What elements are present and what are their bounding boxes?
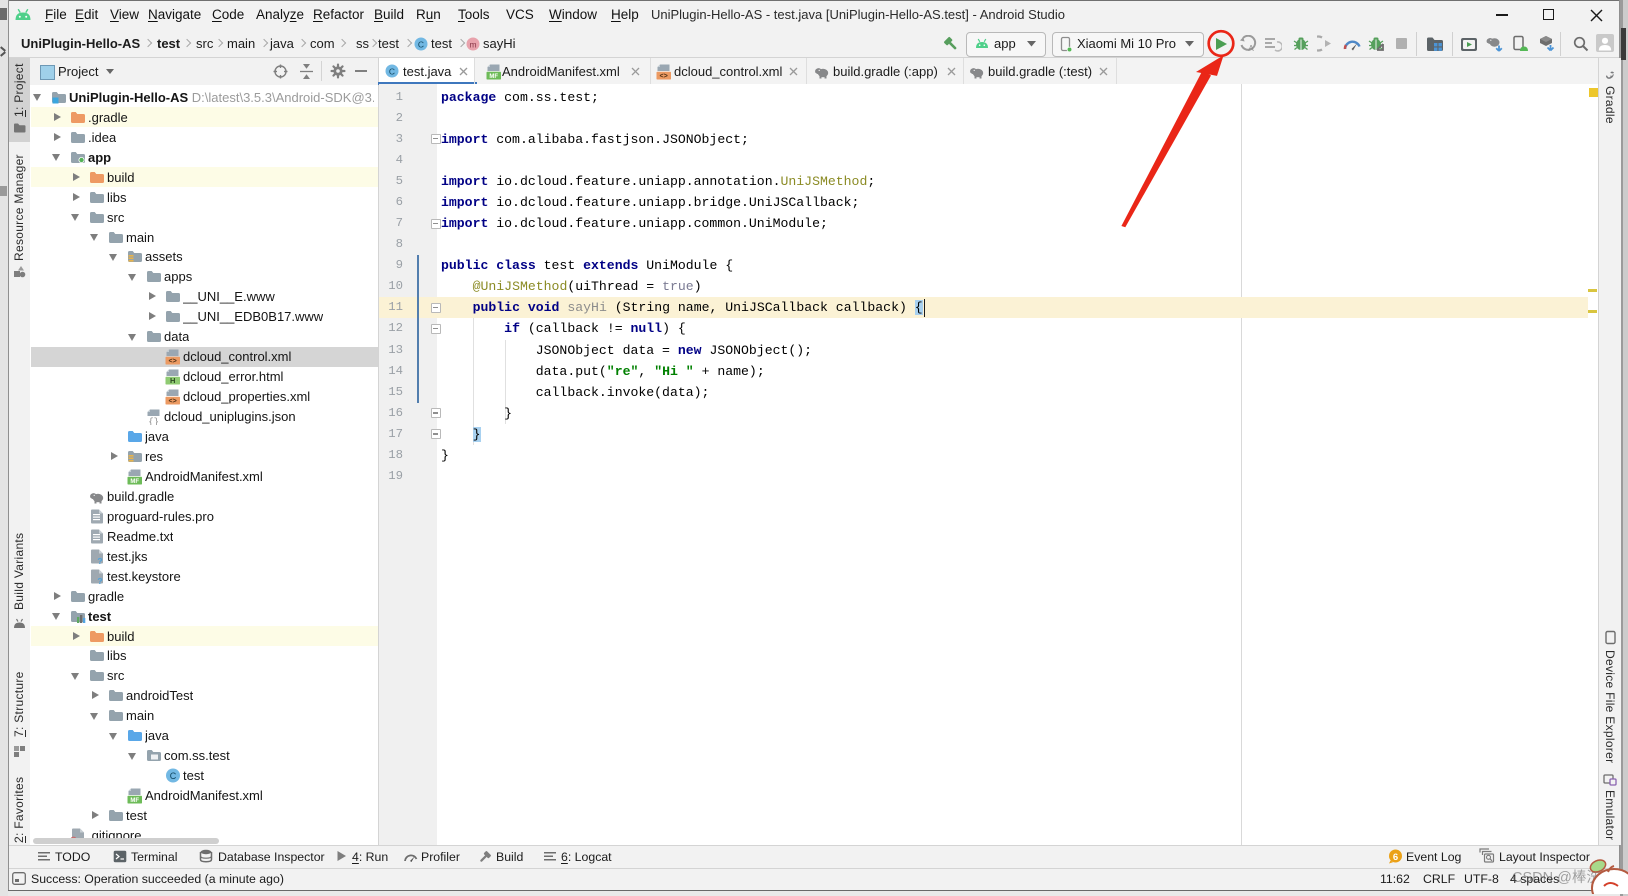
svg-text:<>: <>: [168, 358, 176, 365]
svg-text:C: C: [170, 771, 177, 781]
svg-text:<>: <>: [168, 398, 176, 405]
svg-text:m: m: [469, 40, 476, 50]
svg-text:<>: <>: [659, 73, 667, 80]
svg-text:H: H: [170, 376, 175, 385]
svg-text:?: ?: [97, 576, 102, 585]
svg-text:C: C: [418, 40, 424, 50]
svg-text:C: C: [389, 67, 395, 77]
svg-text:?: ?: [97, 556, 102, 565]
svg-text:MF: MF: [130, 798, 139, 804]
svg-text:MF: MF: [130, 479, 139, 485]
svg-text:6: 6: [1393, 852, 1398, 863]
svg-text:MF: MF: [489, 74, 498, 80]
svg-text:{}: {}: [148, 417, 159, 425]
